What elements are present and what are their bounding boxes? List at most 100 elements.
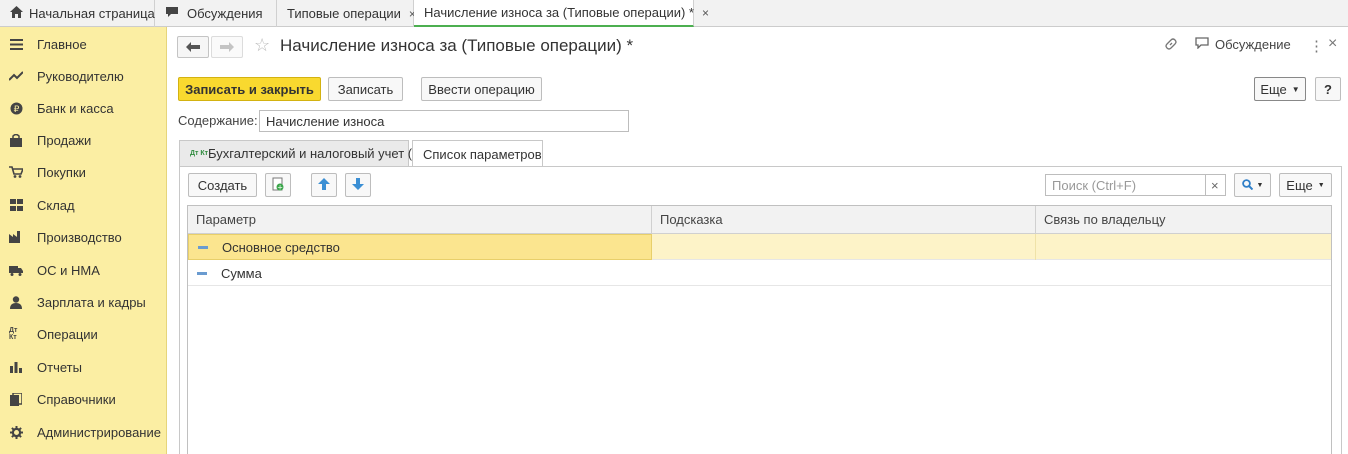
table-row[interactable]: Сумма	[188, 260, 1331, 286]
copy-button[interactable]: +	[265, 173, 291, 197]
sidebar-item-label: Операции	[37, 326, 98, 342]
svg-text:₽: ₽	[13, 105, 19, 115]
sidebar-item-manager[interactable]: Руководителю	[0, 60, 166, 92]
search-button[interactable]: ▼	[1234, 173, 1271, 197]
sidebar: Главное Руководителю ₽ Банк и касса Прод…	[0, 27, 167, 454]
cart-icon	[9, 165, 23, 179]
sidebar-item-operations[interactable]: Дт Кт Операции	[0, 318, 166, 350]
create-button[interactable]: Создать	[188, 173, 257, 197]
owner-link-cell[interactable]	[1036, 260, 1331, 286]
content-label: Содержание:	[178, 113, 258, 128]
sidebar-item-reports[interactable]: Отчеты	[0, 351, 166, 383]
sidebar-item-salary[interactable]: Зарплата и кадры	[0, 286, 166, 318]
save-and-close-button[interactable]: Записать и закрыть	[178, 77, 321, 101]
link-icon[interactable]	[1164, 37, 1178, 54]
sidebar-item-warehouse[interactable]: Склад	[0, 189, 166, 221]
list-more-button[interactable]: Еще ▼	[1279, 173, 1332, 197]
arrow-down-icon	[352, 177, 364, 193]
list-more-label: Еще	[1286, 177, 1313, 193]
tab-parameters[interactable]: Список параметров	[412, 140, 543, 167]
sidebar-item-label: Склад	[37, 197, 75, 213]
tab-depreciation-active[interactable]: Начисление износа за (Типовые операции) …	[414, 0, 709, 27]
sidebar-item-label: Руководителю	[37, 68, 124, 84]
parameter-name: Основное средство	[222, 239, 340, 255]
close-icon[interactable]: ×	[1328, 35, 1337, 53]
more-button[interactable]: Еще ▼	[1254, 77, 1306, 101]
tab-discussions-label: Обсуждения	[187, 6, 263, 21]
sidebar-item-main[interactable]: Главное	[0, 28, 166, 60]
sidebar-item-fixed-assets[interactable]: ОС и НМА	[0, 254, 166, 286]
coin-icon: ₽	[9, 101, 23, 115]
help-button[interactable]: ?	[1315, 77, 1341, 101]
sidebar-item-label: Справочники	[37, 391, 116, 407]
search-icon	[1241, 178, 1253, 193]
column-header-hint[interactable]: Подсказка	[652, 206, 1036, 234]
tab-home[interactable]: Начальная страница	[0, 0, 155, 27]
bag-icon	[9, 133, 23, 147]
sidebar-item-bank[interactable]: ₽ Банк и касса	[0, 92, 166, 124]
column-header-owner-link[interactable]: Связь по владельцу	[1036, 206, 1331, 234]
sidebar-item-label: Продажи	[37, 132, 92, 148]
tab-typical-operations[interactable]: Типовые операции ×	[277, 0, 416, 27]
parameters-table: Параметр Подсказка Связь по владельцу Ос…	[187, 205, 1332, 454]
table-row[interactable]: Основное средство	[188, 234, 1331, 260]
content-field[interactable]: Начисление износа	[259, 110, 629, 132]
warehouse-icon	[9, 198, 23, 212]
person-icon	[9, 295, 23, 309]
trend-icon	[9, 69, 23, 83]
search-clear-button[interactable]: ×	[1205, 174, 1226, 196]
back-button[interactable]	[177, 36, 209, 58]
sidebar-item-catalogs[interactable]: Справочники	[0, 383, 166, 415]
search-input[interactable]: Поиск (Ctrl+F)	[1045, 174, 1206, 196]
arrow-right-icon	[220, 39, 234, 55]
favorite-star-icon[interactable]: ☆	[254, 35, 270, 56]
hint-cell[interactable]	[652, 260, 1036, 286]
parameter-cell[interactable]: Основное средство	[188, 234, 652, 260]
gear-icon	[9, 425, 23, 439]
tab-depreciation-label: Начисление износа за (Типовые операции) …	[424, 5, 694, 20]
sidebar-item-production[interactable]: Производство	[0, 221, 166, 253]
attribute-icon	[198, 245, 208, 249]
chat-icon	[165, 6, 181, 21]
more-vertical-icon[interactable]: ⋮	[1309, 37, 1324, 55]
factory-icon	[9, 230, 23, 244]
sidebar-item-admin[interactable]: Администрирование	[0, 416, 166, 448]
sidebar-item-sales[interactable]: Продажи	[0, 124, 166, 156]
owner-link-cell[interactable]	[1036, 234, 1331, 260]
move-up-button[interactable]	[311, 173, 337, 197]
enter-operation-button[interactable]: Ввести операцию	[421, 77, 542, 101]
forward-button[interactable]	[211, 36, 243, 58]
chat-icon	[1195, 37, 1209, 52]
dt-kt-icon: Дт Кт	[9, 327, 18, 341]
sidebar-item-label: Банк и касса	[37, 100, 114, 116]
parameter-name: Сумма	[221, 265, 262, 281]
save-button[interactable]: Записать	[328, 77, 403, 101]
sidebar-item-label: Зарплата и кадры	[37, 294, 146, 310]
menu-icon	[9, 37, 23, 51]
main-area: ☆ Начисление износа за (Типовые операции…	[167, 27, 1348, 454]
chevron-down-icon: ▼	[1317, 181, 1325, 189]
column-header-parameter[interactable]: Параметр	[188, 206, 652, 234]
tab-parameters-label: Список параметров	[423, 146, 542, 162]
copy-add-icon: +	[272, 177, 285, 194]
sidebar-item-label: Отчеты	[37, 359, 82, 375]
sidebar-item-label: Производство	[37, 229, 122, 245]
hint-cell[interactable]	[652, 234, 1036, 260]
tab-accounting[interactable]: Дт Кт Бухгалтерский и налоговый учет (1)	[179, 140, 424, 166]
attribute-icon	[197, 271, 207, 275]
bar-chart-icon	[9, 360, 23, 374]
move-down-button[interactable]	[345, 173, 371, 197]
chevron-down-icon: ▼	[1256, 181, 1264, 189]
tab-discussions[interactable]: Обсуждения	[155, 0, 277, 27]
top-tab-bar: Начальная страница Обсуждения Типовые оп…	[0, 0, 1348, 27]
truck-icon	[9, 263, 23, 277]
discussion-link[interactable]: Обсуждение	[1195, 37, 1291, 52]
arrow-left-icon	[186, 39, 200, 55]
tab-accounting-label: Бухгалтерский и налоговый учет (1)	[208, 146, 424, 161]
parameter-cell[interactable]: Сумма	[188, 260, 652, 286]
sidebar-item-purchases[interactable]: Покупки	[0, 156, 166, 188]
dt-kt-icon: Дт Кт	[190, 150, 209, 157]
close-icon[interactable]: ×	[702, 6, 709, 20]
books-icon	[9, 392, 23, 406]
page-title: Начисление износа за (Типовые операции) …	[280, 36, 634, 55]
